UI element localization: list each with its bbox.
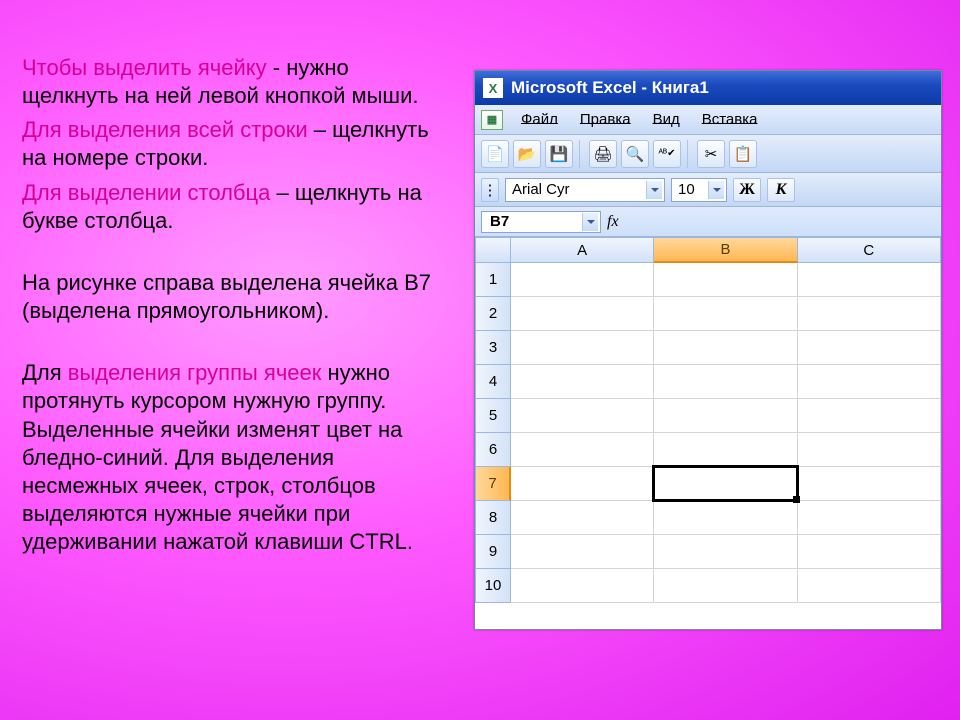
- preview-icon[interactable]: 🔍: [621, 140, 649, 168]
- chevron-down-icon[interactable]: [708, 181, 724, 199]
- col-header-b[interactable]: B: [654, 237, 797, 263]
- cell[interactable]: [798, 263, 941, 297]
- bold-button[interactable]: Ж: [733, 178, 761, 202]
- row-header[interactable]: 7: [475, 467, 511, 501]
- cell[interactable]: [798, 569, 941, 603]
- menu-edit[interactable]: Правка: [570, 109, 641, 130]
- row-header[interactable]: 1: [475, 263, 511, 297]
- save-icon[interactable]: 💾: [545, 140, 573, 168]
- cell[interactable]: [798, 331, 941, 365]
- font-size-value: 10: [678, 181, 695, 198]
- print-icon[interactable]: 🖨: [589, 140, 617, 168]
- cell[interactable]: [511, 399, 654, 433]
- cell[interactable]: [654, 297, 797, 331]
- select-all-corner[interactable]: [475, 237, 511, 263]
- grid-row: 1: [475, 263, 941, 297]
- cell[interactable]: [798, 501, 941, 535]
- formula-bar: B7 fx: [475, 207, 941, 237]
- menu-insert[interactable]: Вставка: [692, 109, 768, 130]
- row-header[interactable]: 4: [475, 365, 511, 399]
- font-name-dropdown[interactable]: Arial Cyr: [505, 178, 665, 202]
- caption: На рисунке справа выделена ячейка В7 (вы…: [22, 269, 442, 325]
- cell[interactable]: [511, 365, 654, 399]
- grid-row: 5: [475, 399, 941, 433]
- cell[interactable]: [654, 433, 797, 467]
- menubar: ▦ Файл Правка Вид Вставка: [475, 105, 941, 135]
- cell[interactable]: [798, 297, 941, 331]
- fx-icon[interactable]: fx: [607, 213, 619, 231]
- grid-row: 2: [475, 297, 941, 331]
- excel-icon: X: [483, 78, 503, 98]
- cut-icon[interactable]: ✂: [697, 140, 725, 168]
- cell[interactable]: [511, 501, 654, 535]
- grid-row: 7: [475, 467, 941, 501]
- row-header[interactable]: 3: [475, 331, 511, 365]
- cell[interactable]: [511, 331, 654, 365]
- row-header[interactable]: 10: [475, 569, 511, 603]
- hl-row: Для выделения всей строки: [22, 117, 308, 142]
- grid-row: 4: [475, 365, 941, 399]
- cell[interactable]: [654, 365, 797, 399]
- cell[interactable]: [511, 569, 654, 603]
- cell[interactable]: [798, 365, 941, 399]
- cell[interactable]: [798, 467, 941, 501]
- open-icon[interactable]: 📂: [513, 140, 541, 168]
- row-header[interactable]: 8: [475, 501, 511, 535]
- font-size-dropdown[interactable]: 10: [671, 178, 727, 202]
- cell[interactable]: [654, 501, 797, 535]
- row-header[interactable]: 9: [475, 535, 511, 569]
- col-header-a[interactable]: A: [511, 237, 654, 263]
- cell[interactable]: [798, 535, 941, 569]
- workbook-icon[interactable]: ▦: [481, 110, 503, 130]
- cell[interactable]: [654, 331, 797, 365]
- titlebar[interactable]: X Microsoft Excel - Книга1: [475, 71, 941, 105]
- grid-row: 8: [475, 501, 941, 535]
- copy-icon[interactable]: 📋: [729, 140, 757, 168]
- hl-group: выделения группы ячеек: [68, 360, 322, 385]
- font-name-value: Arial Cyr: [512, 181, 570, 198]
- separator: [687, 140, 691, 168]
- menu-file[interactable]: Файл: [511, 109, 568, 130]
- cell[interactable]: [654, 263, 797, 297]
- separator: [579, 140, 583, 168]
- cell[interactable]: [798, 399, 941, 433]
- row-header[interactable]: 5: [475, 399, 511, 433]
- excel-window: X Microsoft Excel - Книга1 ▦ Файл Правка…: [474, 70, 942, 630]
- hl-col: Для выделении столбца: [22, 180, 270, 205]
- row-header[interactable]: 6: [475, 433, 511, 467]
- italic-button[interactable]: К: [767, 178, 795, 202]
- spellcheck-icon[interactable]: ᴬᴮ✔: [653, 140, 681, 168]
- chevron-down-icon[interactable]: [646, 181, 662, 199]
- instruction-text: Чтобы выделить ячейку - нужно щелкнуть н…: [22, 54, 442, 562]
- col-header-c[interactable]: C: [798, 237, 941, 263]
- name-box-value: B7: [490, 213, 509, 230]
- cell[interactable]: [798, 433, 941, 467]
- name-box[interactable]: B7: [481, 211, 601, 233]
- rows-container: 12345678910: [475, 263, 941, 629]
- cell[interactable]: [654, 569, 797, 603]
- grid-row: 10: [475, 569, 941, 603]
- cell[interactable]: [511, 263, 654, 297]
- selected-cell[interactable]: [652, 465, 800, 502]
- cell[interactable]: [654, 535, 797, 569]
- cell[interactable]: [654, 399, 797, 433]
- cell[interactable]: [511, 433, 654, 467]
- font-toolbar: ⋮ Arial Cyr 10 Ж К: [475, 173, 941, 207]
- spreadsheet-grid: A B C 12345678910: [475, 237, 941, 629]
- cell[interactable]: [511, 535, 654, 569]
- cell[interactable]: [511, 297, 654, 331]
- new-icon[interactable]: 📄: [481, 140, 509, 168]
- toolbar: 📄 📂 💾 🖨 🔍 ᴬᴮ✔ ✂ 📋: [475, 135, 941, 173]
- hl-cell: Чтобы выделить ячейку: [22, 55, 267, 80]
- toolbar-options-icon[interactable]: ⋮: [481, 178, 499, 202]
- grid-row: 6: [475, 433, 941, 467]
- column-headers: A B C: [475, 237, 941, 263]
- grid-row: 3: [475, 331, 941, 365]
- chevron-down-icon[interactable]: [582, 213, 598, 231]
- cell[interactable]: [511, 467, 654, 501]
- menu-view[interactable]: Вид: [643, 109, 690, 130]
- window-title: Microsoft Excel - Книга1: [511, 78, 709, 98]
- grid-row: 9: [475, 535, 941, 569]
- row-header[interactable]: 2: [475, 297, 511, 331]
